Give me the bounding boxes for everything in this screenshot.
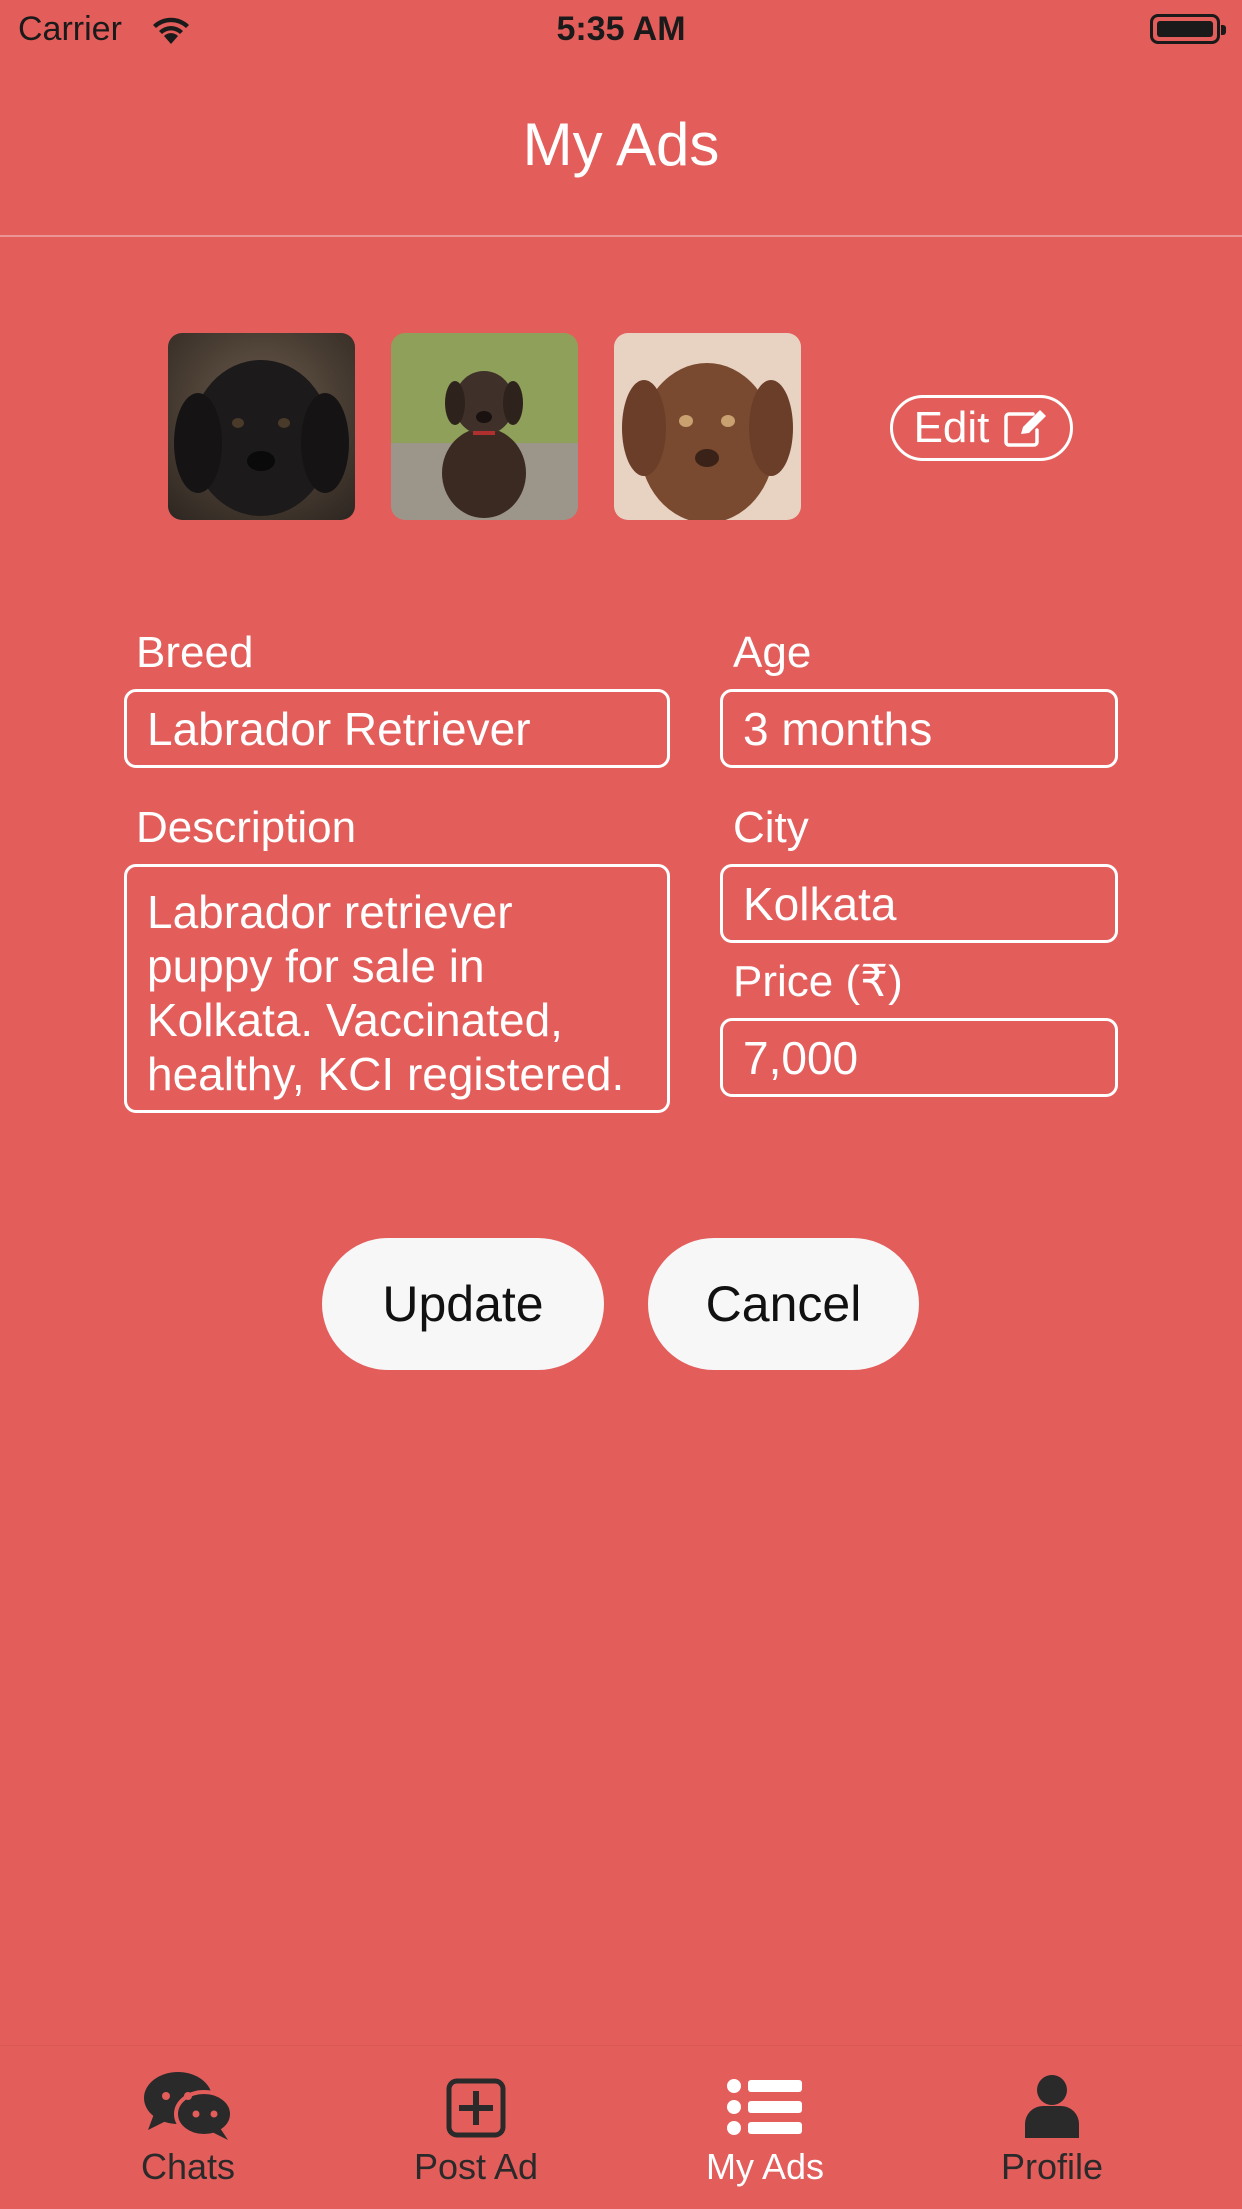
- person-icon: [1025, 2075, 1079, 2138]
- tab-bar: Chats Post Ad My Ads Profile: [0, 2045, 1242, 2209]
- status-time: 5:35 AM: [556, 10, 686, 48]
- ad-photo-3[interactable]: [614, 333, 801, 520]
- city-label: City: [733, 803, 809, 852]
- edit-label: Edit: [913, 403, 990, 452]
- breed-label: Breed: [136, 628, 254, 677]
- plus-square-icon-shape: [446, 2078, 506, 2138]
- city-field[interactable]: Kolkata: [720, 864, 1118, 943]
- tab-profile-label: Profile: [1000, 2146, 1104, 2187]
- price-field[interactable]: 7,000: [720, 1018, 1118, 1097]
- description-label: Description: [136, 803, 357, 852]
- nav-bar: My Ads: [0, 60, 1242, 237]
- description-field[interactable]: Labrador retriever puppy for sale in Kol…: [124, 864, 670, 1113]
- status-bar: Carrier 5:35 AM: [0, 0, 1242, 60]
- tab-chats-label: Chats: [140, 2146, 236, 2187]
- tab-post-ad-label: Post Ad: [413, 2146, 539, 2187]
- page-title: My Ads: [522, 111, 720, 178]
- edit-button[interactable]: Edit: [890, 395, 1073, 461]
- age-label: Age: [733, 628, 812, 677]
- tab-profile[interactable]: Profile: [952, 2046, 1152, 2209]
- ad-photo-2[interactable]: [391, 333, 578, 520]
- battery-icon: [1150, 14, 1226, 44]
- tab-chats[interactable]: Chats: [88, 2046, 288, 2209]
- tab-my-ads[interactable]: My Ads: [665, 2046, 865, 2209]
- ad-photo-1[interactable]: [168, 333, 355, 520]
- tab-my-ads-label: My Ads: [705, 2146, 825, 2187]
- tab-post-ad[interactable]: Post Ad: [376, 2046, 576, 2209]
- age-field[interactable]: 3 months: [720, 689, 1118, 768]
- edit-pencil-icon: [1004, 410, 1047, 447]
- price-label: Price (₹): [733, 957, 903, 1006]
- chat-bubbles-icon: [144, 2072, 234, 2140]
- breed-field[interactable]: Labrador Retriever: [124, 689, 670, 768]
- update-button[interactable]: Update: [322, 1238, 604, 1370]
- list-icon: [727, 2079, 802, 2135]
- cancel-button[interactable]: Cancel: [648, 1238, 919, 1370]
